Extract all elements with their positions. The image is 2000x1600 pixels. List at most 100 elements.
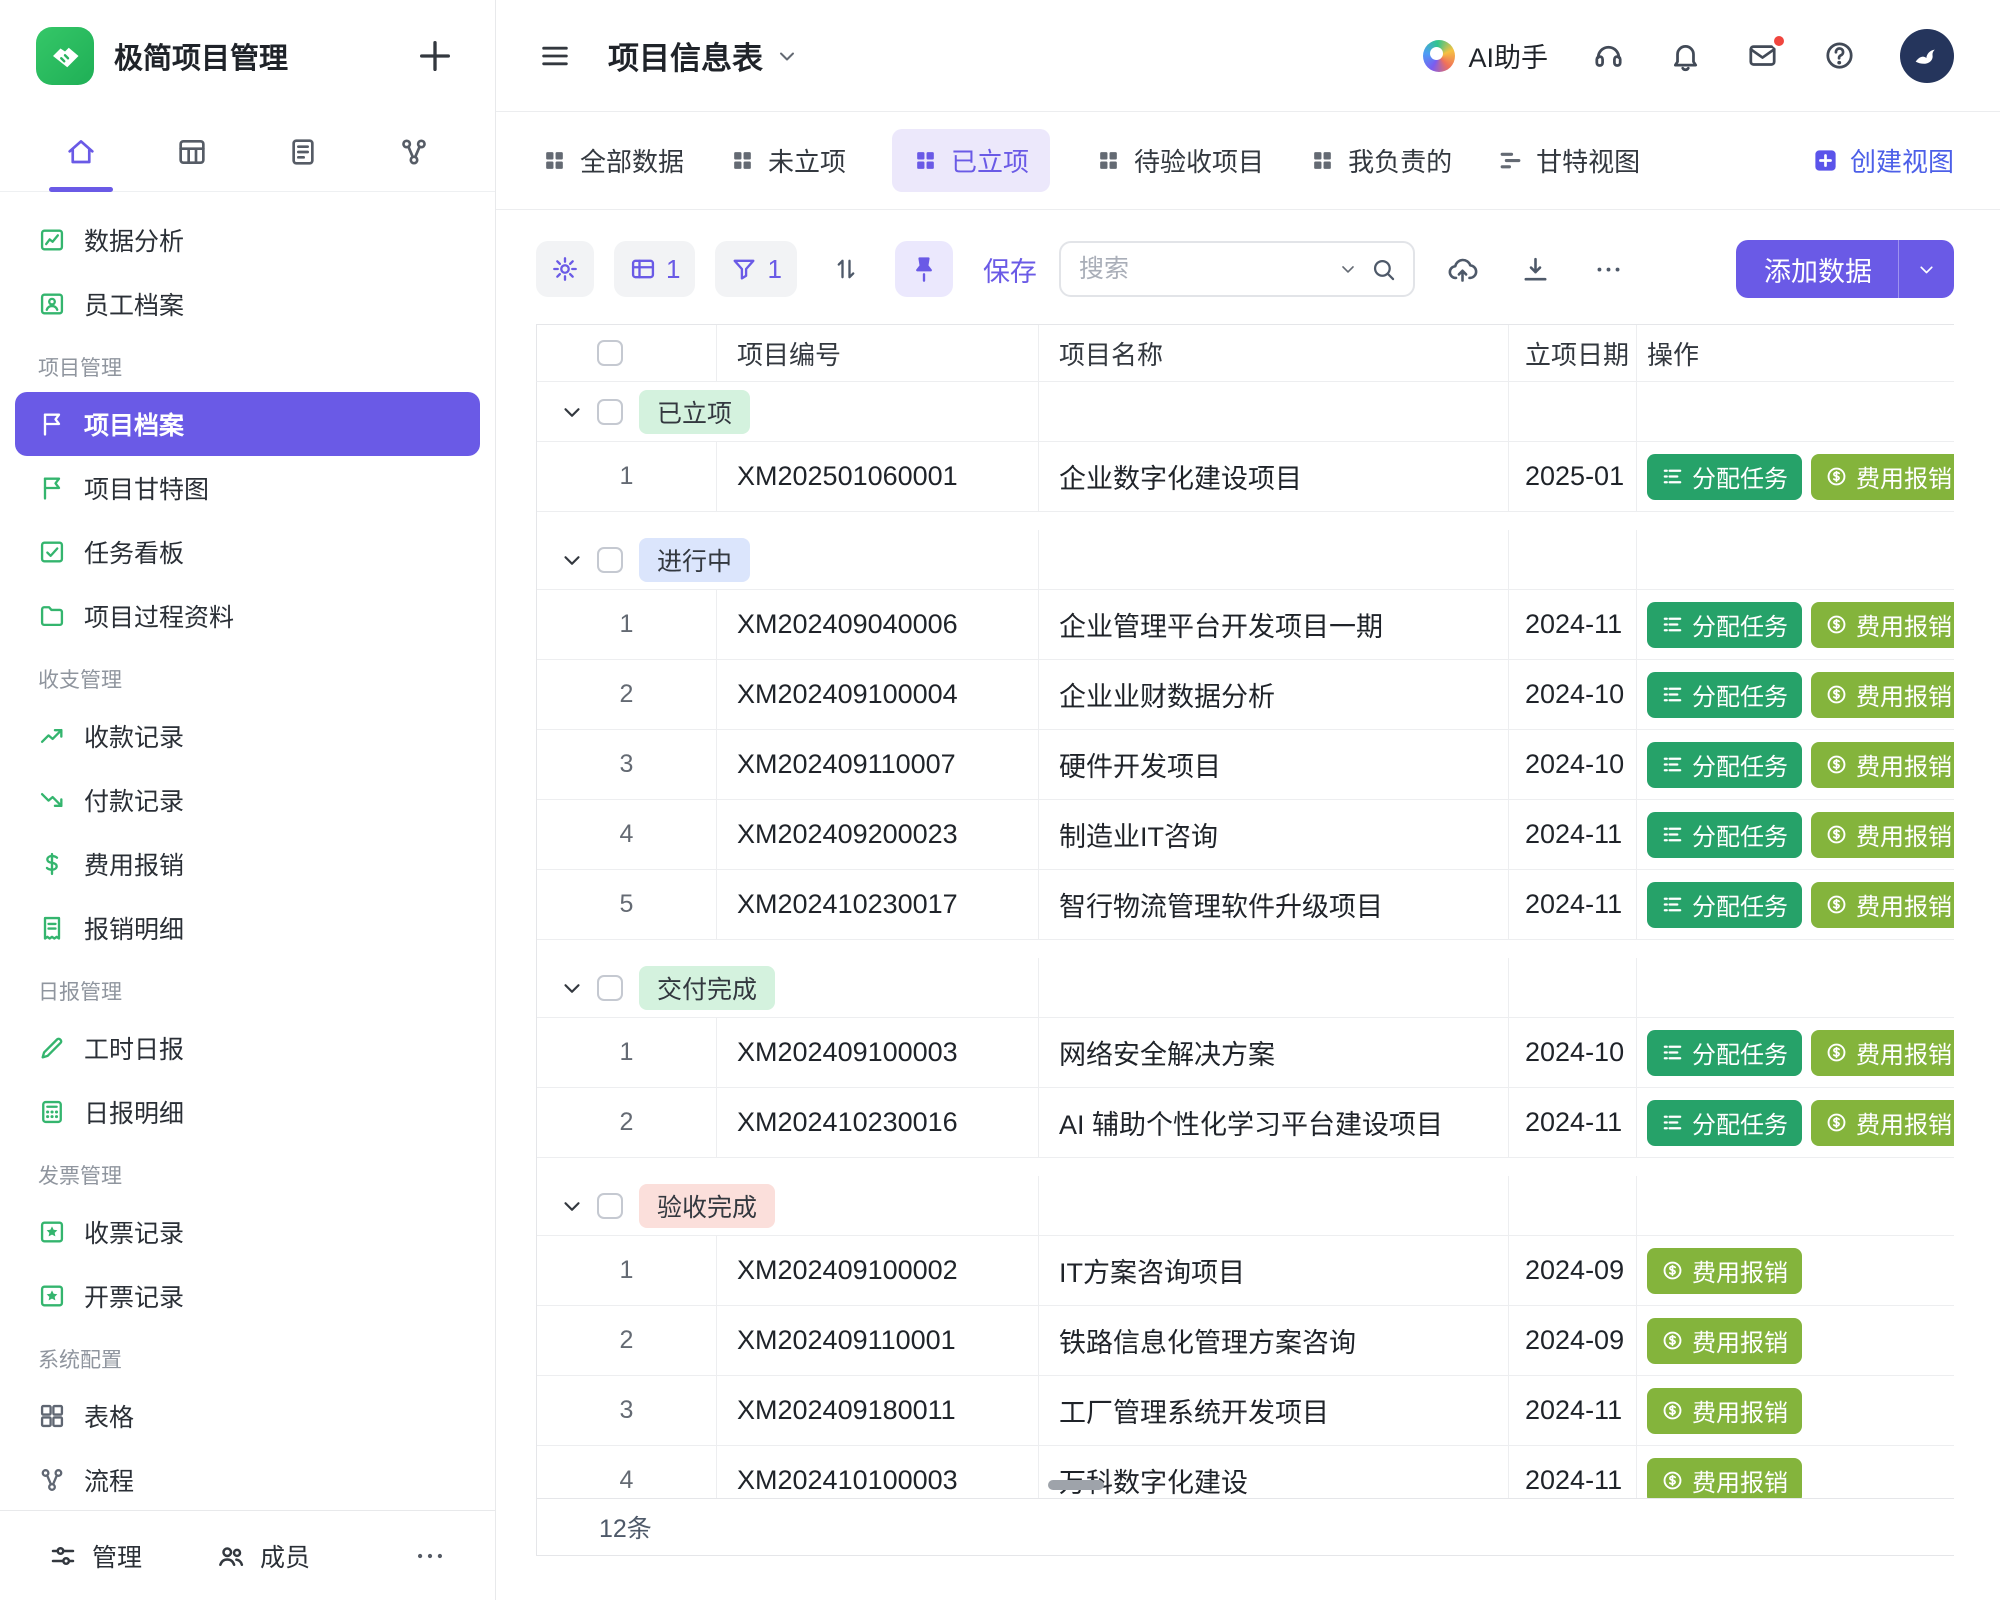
assign-task-button[interactable]: 分配任务 (1647, 454, 1802, 500)
sidebar-nav-tab-workflow[interactable] (379, 112, 449, 191)
hamburger-menu-icon[interactable] (538, 39, 572, 73)
assign-task-button[interactable]: 分配任务 (1647, 812, 1802, 858)
fields-config-button[interactable]: 1 (614, 241, 695, 297)
add-data-dropdown[interactable] (1898, 240, 1954, 298)
expense-claim-button[interactable]: 费用报销 (1811, 1100, 1954, 1146)
column-header-actions[interactable]: 操作 (1637, 325, 1954, 381)
table-row[interactable]: 2 XM202410230016 AI 辅助个性化学习平台建设项目 2024-1… (537, 1088, 1954, 1158)
save-button[interactable]: 保存 (983, 250, 1037, 289)
view-tab[interactable]: 我负责的 (1310, 142, 1452, 179)
collapse-chevron-icon[interactable] (559, 1193, 585, 1219)
collapse-chevron-icon[interactable] (559, 975, 585, 1001)
assign-task-button[interactable]: 分配任务 (1647, 882, 1802, 928)
sidebar-nav-tab-table-view[interactable] (157, 112, 227, 191)
table-row[interactable]: 1 XM202409100002 IT方案咨询项目 2024-09 费用报销 (537, 1236, 1954, 1306)
sidebar-nav-tab-home[interactable] (46, 112, 116, 191)
filter-button[interactable]: 1 (715, 241, 796, 297)
sidebar-item[interactable]: 付款记录 (15, 768, 480, 832)
inbox-icon[interactable] (1746, 39, 1779, 72)
table-row[interactable]: 1 XM202501060001 企业数字化建设项目 2025-01 分配任务 … (537, 442, 1954, 512)
sidebar-item[interactable]: 工时日报 (15, 1016, 480, 1080)
title-chevron-down-icon[interactable] (775, 44, 799, 68)
sort-button[interactable] (817, 241, 875, 297)
column-header-name[interactable]: 项目名称 (1039, 325, 1509, 381)
horizontal-scrollbar[interactable] (1048, 1480, 1104, 1490)
view-tab[interactable]: 甘特视图 (1498, 142, 1640, 179)
sidebar-item[interactable]: 员工档案 (15, 272, 480, 336)
select-all-checkbox[interactable] (597, 340, 623, 366)
sidebar-item[interactable]: 费用报销 (15, 832, 480, 896)
sidebar-item[interactable]: 流程 (15, 1448, 480, 1512)
download-icon[interactable] (1520, 254, 1551, 285)
sidebar-item[interactable]: 表格 (15, 1384, 480, 1448)
column-header-date[interactable]: 立项日期 (1509, 325, 1637, 381)
view-tab[interactable]: 待验收项目 (1096, 142, 1264, 179)
view-tab[interactable]: 已立项 (892, 129, 1050, 192)
expense-claim-button[interactable]: 费用报销 (1811, 812, 1954, 858)
collapse-chevron-icon[interactable] (559, 547, 585, 573)
sidebar-item[interactable]: 开票记录 (15, 1264, 480, 1328)
group-header-row: 进行中 (537, 530, 1954, 590)
table-row[interactable]: 3 XM202409110007 硬件开发项目 2024-10 分配任务 费用报… (537, 730, 1954, 800)
group-checkbox[interactable] (597, 1193, 623, 1219)
table-row[interactable]: 2 XM202409110001 铁路信息化管理方案咨询 2024-09 费用报… (537, 1306, 1954, 1376)
table-row[interactable]: 1 XM202409040006 企业管理平台开发项目一期 2024-11 分配… (537, 590, 1954, 660)
search-icon[interactable] (1370, 256, 1397, 283)
assign-task-button[interactable]: 分配任务 (1647, 1030, 1802, 1076)
search-input[interactable] (1079, 255, 1326, 284)
expense-claim-button[interactable]: 费用报销 (1811, 454, 1954, 500)
assign-task-button[interactable]: 分配任务 (1647, 672, 1802, 718)
avatar[interactable] (1900, 29, 1954, 83)
assign-task-button[interactable]: 分配任务 (1647, 742, 1802, 788)
table-row[interactable]: 5 XM202410230017 智行物流管理软件升级项目 2024-11 分配… (537, 870, 1954, 940)
help-icon[interactable] (1823, 39, 1856, 72)
table-row[interactable]: 1 XM202409100003 网络安全解决方案 2024-10 分配任务 费… (537, 1018, 1954, 1088)
view-tab[interactable]: 未立项 (730, 142, 846, 179)
settings-button[interactable] (536, 241, 594, 297)
manage-button[interactable]: 管理 (48, 1538, 142, 1574)
sidebar-nav-tab-document[interactable] (268, 112, 338, 191)
add-workspace-icon[interactable] (415, 36, 455, 76)
sidebar-item[interactable]: 项目甘特图 (15, 456, 480, 520)
assign-task-button[interactable]: 分配任务 (1647, 602, 1802, 648)
ai-assistant-button[interactable]: AI助手 (1423, 36, 1548, 75)
group-checkbox[interactable] (597, 975, 623, 1001)
expense-claim-button[interactable]: 费用报销 (1647, 1388, 1802, 1434)
table-row[interactable]: 4 XM202410100003 万科数字化建设 2024-11 费用报销 (537, 1446, 1954, 1498)
sidebar-item[interactable]: 日报明细 (15, 1080, 480, 1144)
expense-claim-button[interactable]: 费用报销 (1811, 742, 1954, 788)
bell-icon[interactable] (1669, 39, 1702, 72)
sidebar-item[interactable]: 收票记录 (15, 1200, 480, 1264)
expense-claim-button[interactable]: 费用报销 (1811, 1030, 1954, 1076)
pin-button[interactable] (895, 241, 953, 297)
sidebar-item[interactable]: 收款记录 (15, 704, 480, 768)
sidebar-item[interactable]: 数据分析 (15, 208, 480, 272)
collapse-chevron-icon[interactable] (559, 399, 585, 425)
group-checkbox[interactable] (597, 547, 623, 573)
expense-claim-button[interactable]: 费用报销 (1811, 882, 1954, 928)
assign-task-button[interactable]: 分配任务 (1647, 1100, 1802, 1146)
expense-claim-button[interactable]: 费用报销 (1647, 1318, 1802, 1364)
table-row[interactable]: 3 XM202409180011 工厂管理系统开发项目 2024-11 费用报销 (537, 1376, 1954, 1446)
expense-claim-button[interactable]: 费用报销 (1647, 1458, 1802, 1499)
search-options-chevron-icon[interactable] (1338, 259, 1358, 279)
table-row[interactable]: 4 XM202409200023 制造业IT咨询 2024-11 分配任务 费用… (537, 800, 1954, 870)
headset-icon[interactable] (1592, 39, 1625, 72)
add-data-button[interactable]: 添加数据 (1736, 240, 1954, 298)
expense-claim-button[interactable]: 费用报销 (1647, 1248, 1802, 1294)
sidebar-item[interactable]: 项目过程资料 (15, 584, 480, 648)
expense-claim-button[interactable]: 费用报销 (1811, 672, 1954, 718)
members-button[interactable]: 成员 (216, 1538, 310, 1574)
sidebar-more-icon[interactable] (413, 1539, 447, 1573)
column-header-code[interactable]: 项目编号 (717, 325, 1039, 381)
import-icon[interactable] (1447, 254, 1478, 285)
table-row[interactable]: 2 XM202409100004 企业业财数据分析 2024-10 分配任务 费… (537, 660, 1954, 730)
sidebar-item[interactable]: 项目档案 (15, 392, 480, 456)
sidebar-item[interactable]: 任务看板 (15, 520, 480, 584)
create-view-button[interactable]: 创建视图 (1812, 142, 1954, 179)
group-checkbox[interactable] (597, 399, 623, 425)
view-tab[interactable]: 全部数据 (542, 142, 684, 179)
more-icon[interactable] (1593, 254, 1624, 285)
sidebar-item[interactable]: 报销明细 (15, 896, 480, 960)
expense-claim-button[interactable]: 费用报销 (1811, 602, 1954, 648)
